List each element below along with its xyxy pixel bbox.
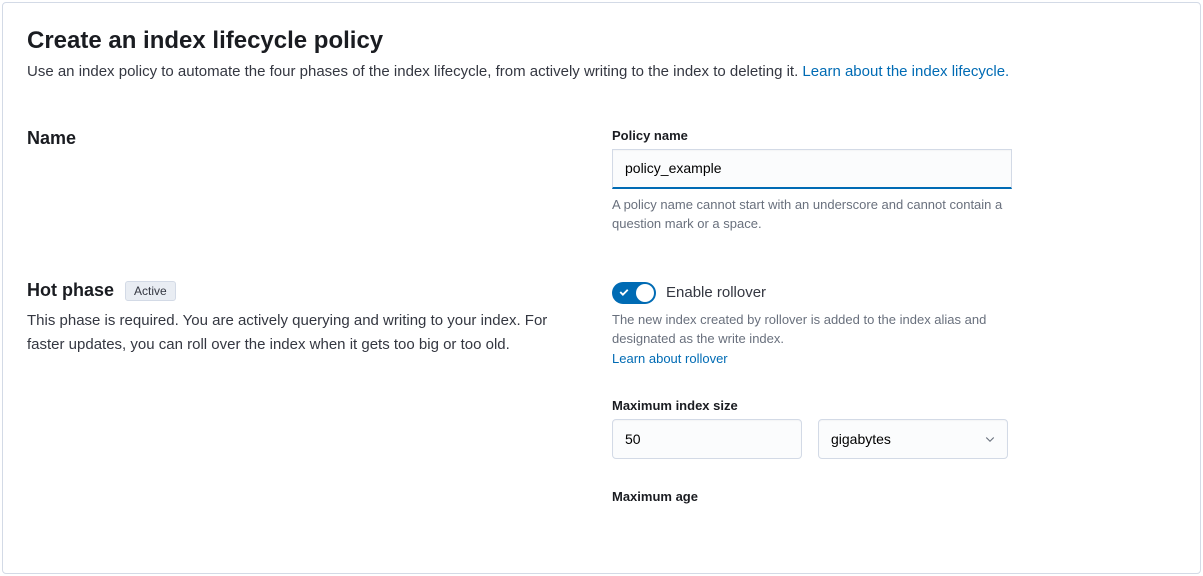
hot-phase-left: Hot phase Active This phase is required.… [27,280,612,511]
name-right: Policy name A policy name cannot start w… [612,128,1012,234]
max-index-size-input[interactable] [612,419,802,459]
max-age-label: Maximum age [612,489,1012,504]
learn-lifecycle-link[interactable]: Learn about the index lifecycle. [802,63,1009,80]
max-age-group: Maximum age [612,489,1012,504]
hot-phase-row: Hot phase Active This phase is required.… [27,280,1176,511]
max-index-size-inputs [612,419,1012,459]
page-subtitle: Use an index policy to automate the four… [27,61,1176,84]
rollover-switch-label: Enable rollover [666,284,766,301]
policy-panel: Create an index lifecycle policy Use an … [2,2,1201,574]
rollover-switch[interactable] [612,282,656,304]
policy-name-help: A policy name cannot start with an under… [612,195,1012,234]
page-title: Create an index lifecycle policy [27,27,1176,55]
policy-name-input[interactable] [612,149,1012,189]
learn-rollover-link[interactable]: Learn about rollover [612,351,728,366]
max-index-size-unit-wrap [818,419,1008,459]
check-icon [618,286,630,298]
hot-phase-heading: Hot phase Active [27,280,588,301]
switch-thumb [636,284,654,302]
name-row: Name Policy name A policy name cannot st… [27,128,1176,234]
policy-name-label: Policy name [612,128,1012,143]
hot-phase-heading-text: Hot phase [27,280,114,300]
rollover-switch-row: Enable rollover [612,282,1012,304]
max-index-size-label: Maximum index size [612,398,1012,413]
name-left: Name [27,128,612,234]
page-subtitle-text: Use an index policy to automate the four… [27,63,802,80]
rollover-help-text: The new index created by rollover is add… [612,312,986,347]
hot-phase-description: This phase is required. You are actively… [27,309,588,357]
hot-phase-right: Enable rollover The new index created by… [612,280,1012,511]
max-index-size-group: Maximum index size [612,398,1012,459]
active-badge: Active [125,281,176,301]
max-index-size-unit-select[interactable] [818,419,1008,459]
rollover-help: The new index created by rollover is add… [612,310,1012,369]
name-heading: Name [27,128,588,149]
